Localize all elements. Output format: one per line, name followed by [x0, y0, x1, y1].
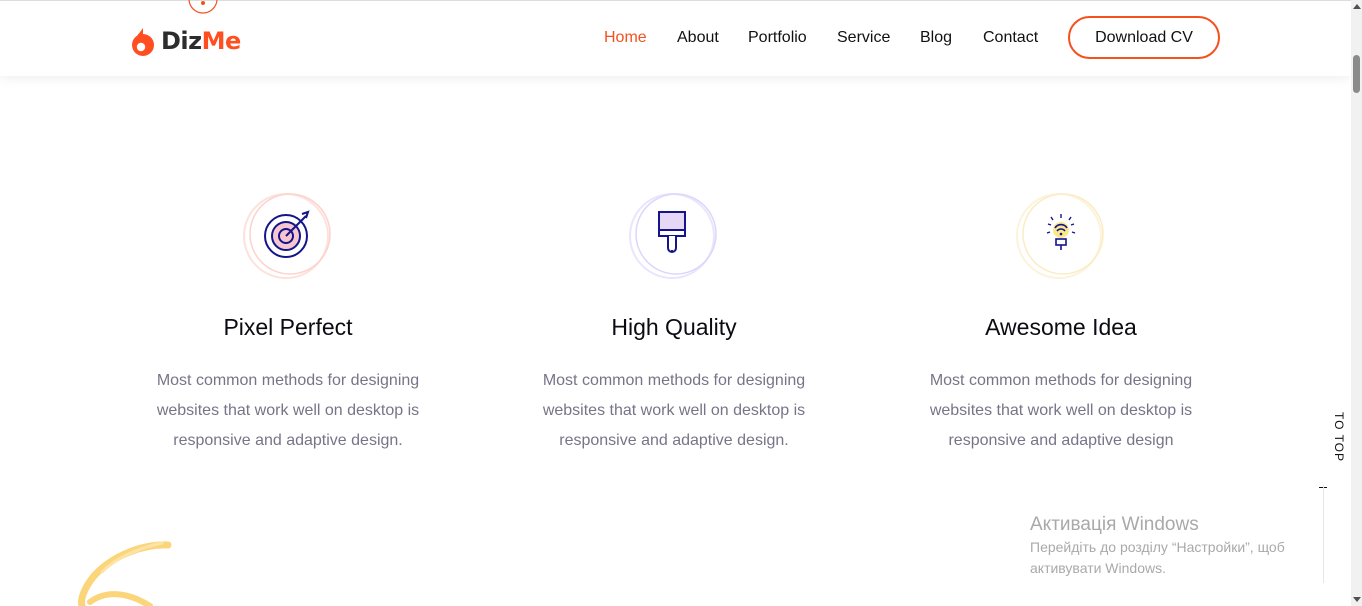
service-title: High Quality [611, 314, 737, 340]
service-description: Most common methods for designing websit… [542, 372, 806, 449]
service-description: Most common methods for designing websit… [156, 372, 420, 449]
activation-line-1: Перейдіть до розділу “Настройки”, щоб [1030, 539, 1285, 555]
nav-portfolio[interactable]: Portfolio [748, 29, 807, 47]
to-top-button[interactable]: TO TOP [1316, 412, 1346, 492]
nav-contact[interactable]: Contact [983, 29, 1038, 47]
scroll-up-arrow-icon[interactable] [1353, 4, 1361, 9]
activation-line-2: активувати Windows. [1030, 560, 1166, 576]
service-icon-wrap [1015, 190, 1107, 282]
scroll-down-arrow-icon[interactable] [1353, 597, 1361, 602]
to-top-label: TO TOP [1332, 412, 1346, 463]
service-card-pixel-perfect: Pixel Perfect Most common methods for de… [118, 190, 458, 456]
activation-title: Активація Windows [1030, 514, 1199, 535]
site-header: DizMe Home About Portfolio Service Blog … [0, 0, 1351, 76]
light-bulb-icon [1046, 214, 1076, 250]
page-scrollbar[interactable] [1351, 0, 1362, 606]
service-card-high-quality: High Quality Most common methods for des… [504, 190, 844, 456]
paint-brush-icon [658, 211, 686, 253]
target-icon [264, 210, 310, 258]
service-title: Pixel Perfect [223, 314, 353, 340]
nav-service[interactable]: Service [837, 29, 890, 47]
nav-home[interactable]: Home [604, 29, 647, 47]
nav-blog[interactable]: Blog [920, 29, 952, 47]
windows-activation-watermark: Активація Windows Перейдіть до розділу “… [1030, 513, 1285, 579]
to-top-line [1323, 485, 1324, 583]
service-icon-wrap [628, 190, 720, 282]
service-icon-wrap [242, 190, 334, 282]
scroll-thumb[interactable] [1353, 55, 1360, 93]
orbit-decoration-icon [188, 0, 218, 14]
download-cv-button[interactable]: Download CV [1068, 16, 1220, 59]
nav-about[interactable]: About [677, 29, 719, 47]
brush-stroke-decoration [78, 541, 172, 606]
service-card-awesome-idea: Awesome Idea Most common methods for des… [891, 190, 1231, 456]
service-description: Most common methods for designing websit… [929, 372, 1193, 449]
service-title: Awesome Idea [985, 314, 1137, 340]
